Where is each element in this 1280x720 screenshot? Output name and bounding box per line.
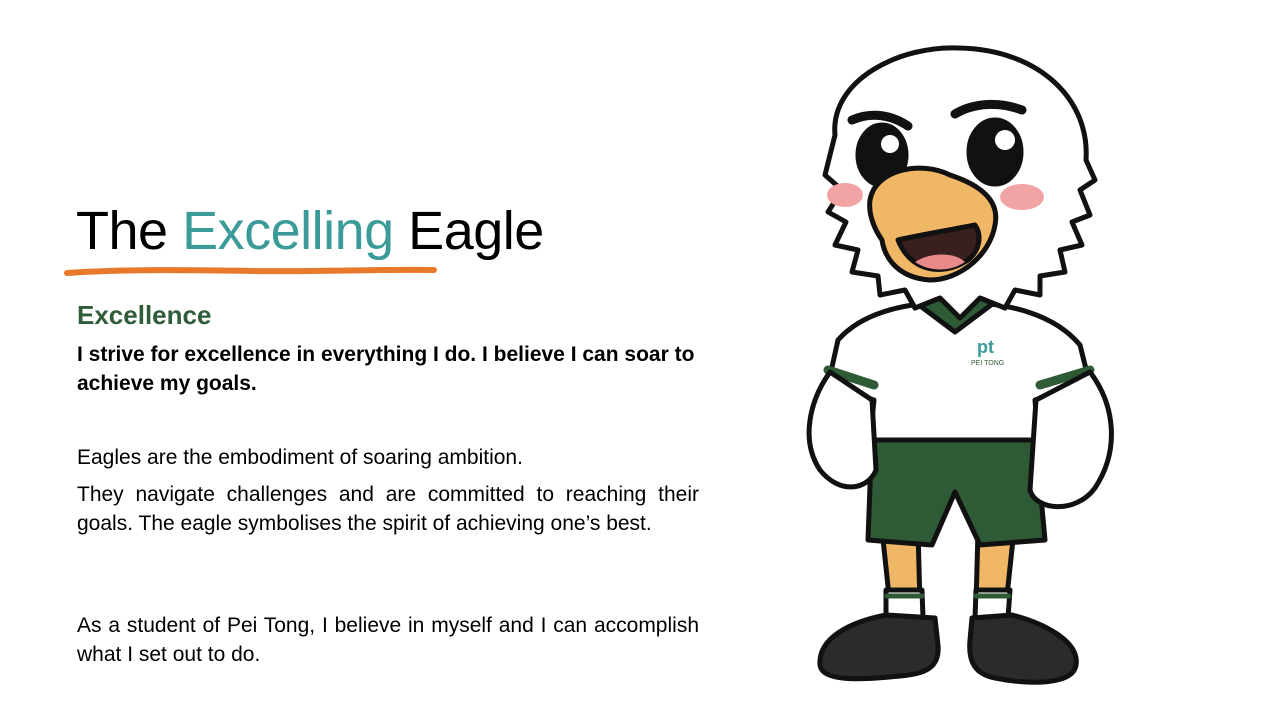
paragraph-1: Eagles are the embodiment of soaring amb… <box>77 446 523 469</box>
paragraph-2: They navigate challenges and are committ… <box>77 483 699 535</box>
slide: The Excelling Eagle Excellence I strive … <box>0 0 1280 720</box>
title-word-eagle: Eagle <box>393 201 544 261</box>
lead-statement: I strive for excellence in everything I … <box>77 343 695 395</box>
shirt-logo-text: PEI TONG <box>971 360 1004 367</box>
slide-title: The Excelling Eagle <box>76 196 544 266</box>
paragraph-3: As a student of Pei Tong, I believe in m… <box>77 614 699 666</box>
title-underline <box>64 266 437 276</box>
shirt-logo-mark: pt <box>977 337 994 357</box>
section-heading: Excellence <box>77 300 212 330</box>
eagle-mascot-illustration: pt PEI TONG <box>806 45 1114 685</box>
title-word-the: The <box>76 201 183 261</box>
title-word-excelling: Excelling <box>182 201 394 261</box>
